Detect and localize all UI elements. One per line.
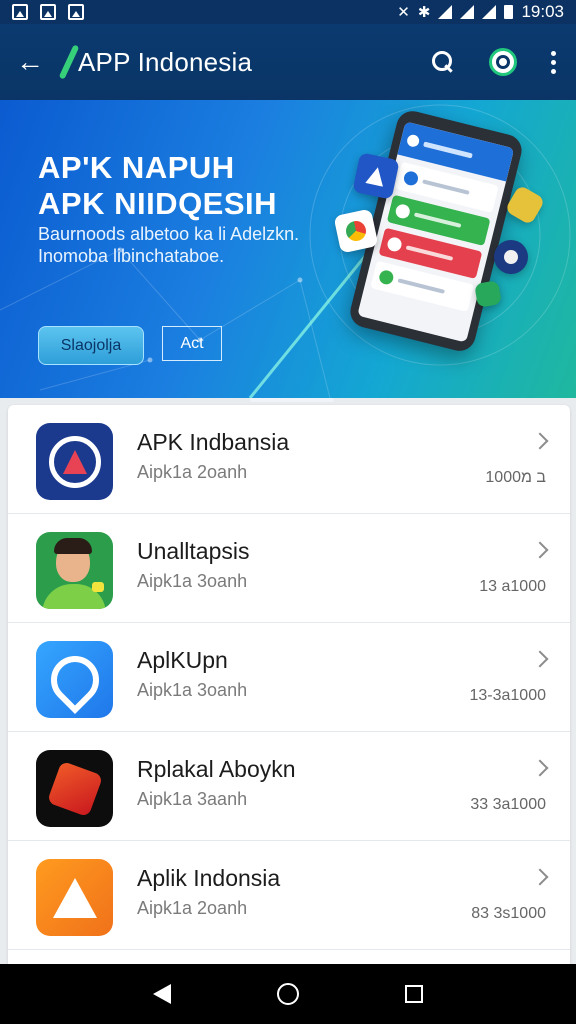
app-subtitle: Aipk1a 3oanh (137, 680, 248, 700)
search-icon[interactable] (431, 50, 455, 74)
banner-primary-button[interactable]: Slaojolja (38, 326, 144, 365)
drive-logo-icon (36, 859, 113, 936)
app-meta: 13 a1000 (479, 578, 546, 595)
app-meta: 33 3a1000 (470, 796, 546, 813)
map-pin-icon (36, 641, 113, 718)
system-nav-bar (0, 964, 576, 1024)
app-name: APK Indbansia (137, 429, 290, 455)
app-meta: 83 3s1000 (471, 905, 546, 922)
app-name: Aplik Indonsia (137, 865, 281, 891)
app-meta: ב מ1000 (485, 469, 546, 486)
signal-icon (460, 5, 475, 19)
recents-nav-icon[interactable] (405, 985, 423, 1003)
app-logo-icon (56, 44, 82, 80)
wifi-icon (438, 5, 453, 19)
arrow-left-icon[interactable]: ← (16, 48, 56, 76)
list-item[interactable]: Aplik Indonsia Aipk1a 2oanh 83 3s1000 (8, 841, 570, 950)
back-nav-icon[interactable] (153, 984, 171, 1004)
list-item[interactable]: APK Indbansia Aipk1a 2oanh ב מ1000 (8, 405, 570, 514)
app-subtitle: Aipk1a 3oanh (137, 571, 248, 591)
floating-app-icon (352, 152, 400, 200)
image-icon (68, 4, 84, 20)
floating-app-icon (333, 208, 379, 254)
app-bar: ← APP Indonesia (0, 24, 576, 100)
brush-logo-icon (36, 750, 113, 827)
banner-title-line1: AP'K NAPUH (38, 150, 235, 185)
list-item[interactable]: Rplakal Aboykn Aipk1a 3aanh 33 3a1000 (8, 732, 570, 841)
app-name: Rplakal Aboykn (137, 756, 296, 782)
compass-logo-icon (36, 423, 113, 500)
chevron-right-icon (531, 541, 549, 559)
banner-subtitle-line1: Baurnoods albetoo ka li Adelzkn. (38, 224, 300, 244)
more-vert-icon[interactable] (551, 50, 556, 74)
list-item[interactable]: AplKUpn Aipk1a 3oanh 13-3a1000 (8, 623, 570, 732)
app-meta: 13-3a1000 (469, 687, 546, 704)
home-nav-icon[interactable] (277, 983, 299, 1005)
app-name: AplKUpn (137, 647, 228, 673)
chevron-right-icon (531, 759, 549, 777)
list-item[interactable]: Unalltapsis Aipk1a 3oanh 13 a1000 (8, 514, 570, 623)
app-subtitle: Aipk1a 3aanh (137, 789, 248, 809)
lens-icon[interactable] (489, 48, 517, 76)
chevron-right-icon (531, 868, 549, 886)
image-icon (12, 4, 28, 20)
battery-icon (504, 5, 514, 19)
status-time: 19:03 (521, 2, 564, 21)
chevron-right-icon (531, 432, 549, 450)
app-title: APP Indonesia (78, 46, 253, 77)
sheet-handle[interactable] (250, 398, 334, 402)
avatar-icon (36, 532, 113, 609)
banner-secondary-button[interactable]: Act (162, 326, 222, 361)
floating-app-icon (494, 240, 528, 274)
vibrate-icon: ✕ (397, 4, 410, 21)
status-bar: ✕ ✱ 19:03 (0, 0, 576, 24)
app-subtitle: Aipk1a 2oanh (137, 898, 248, 918)
bluetooth-icon: ✱ (417, 4, 431, 21)
app-name: Unalltapsis (137, 538, 250, 564)
image-icon (40, 4, 56, 20)
banner-title-line2: APK NIIDQESIH (38, 186, 278, 221)
signal-icon (482, 5, 497, 19)
banner-subtitle-line2: Inomoba libinchataboe. (38, 246, 225, 266)
promo-banner: AP'K NAPUH APK NIIDQESIH Baurnoods albet… (0, 100, 576, 398)
chevron-right-icon (531, 650, 549, 668)
app-subtitle: Aipk1a 2oanh (137, 462, 248, 482)
app-list: APK Indbansia Aipk1a 2oanh ב מ1000 Unall… (8, 405, 570, 965)
